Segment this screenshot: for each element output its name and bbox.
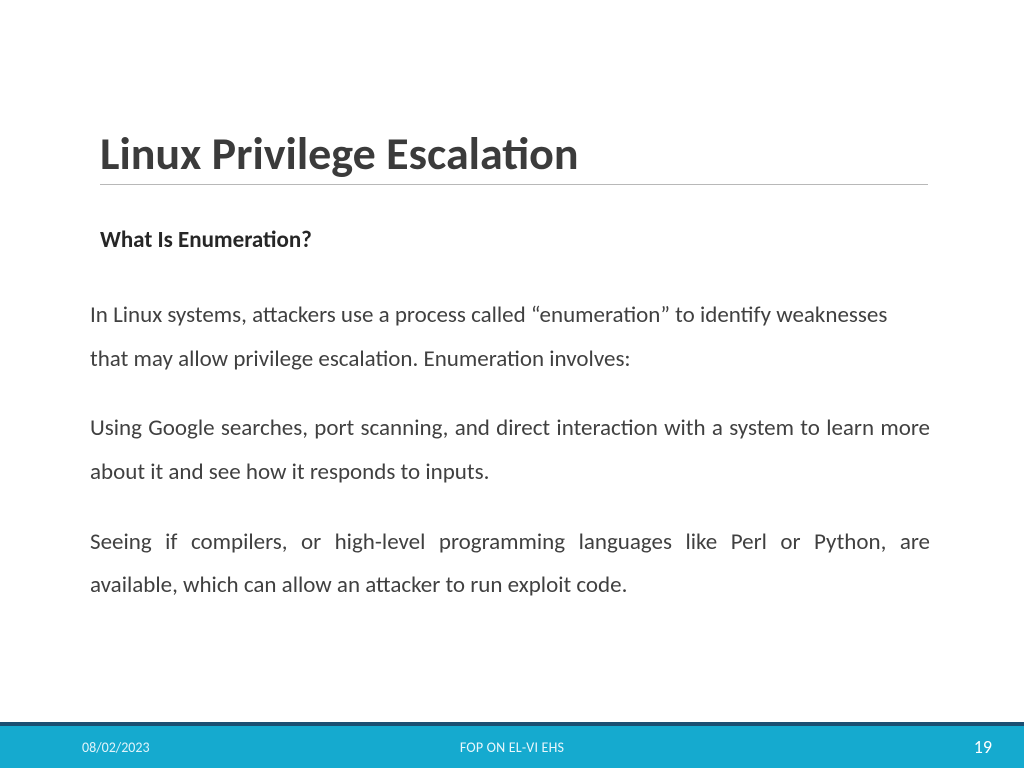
footer-page-number: 19	[974, 736, 992, 758]
slide-body: In Linux systems, attackers use a proces…	[90, 294, 930, 634]
body-paragraph: Using Google searches, port scanning, an…	[90, 407, 930, 494]
slide-footer: 08/02/2023 FOP ON EL-VI EHS 19	[0, 726, 1024, 768]
slide-subheading: What Is Enumeration?	[100, 226, 312, 254]
title-divider	[100, 184, 928, 185]
body-paragraph: In Linux systems, attackers use a proces…	[90, 294, 930, 381]
footer-date: 08/02/2023	[82, 739, 150, 756]
slide-title: Linux Privilege Escalation	[100, 126, 579, 182]
body-paragraph: Seeing if compilers, or high-level progr…	[90, 521, 930, 608]
slide: Linux Privilege Escalation What Is Enume…	[0, 0, 1024, 768]
footer-center-text: FOP ON EL-VI EHS	[460, 739, 564, 756]
